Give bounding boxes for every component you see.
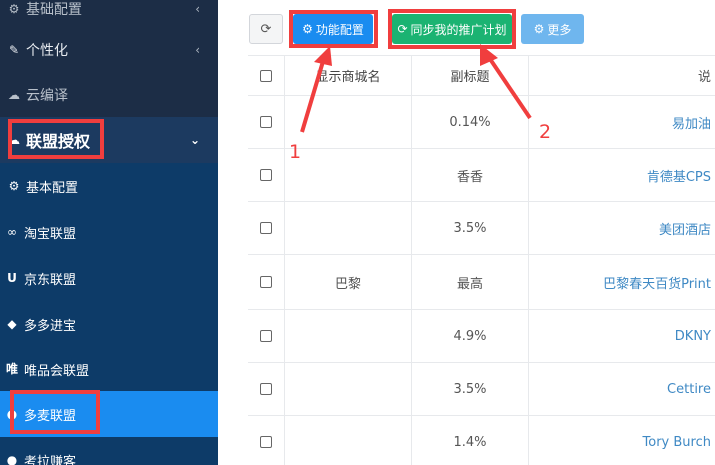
cell-desc-link[interactable]: Cettire	[529, 363, 715, 415]
cell-subtitle: 3.5%	[412, 363, 529, 415]
cell-name	[285, 202, 412, 254]
sidebar-item-basic-config[interactable]: ⚙ 基础配置 ‹	[0, 0, 218, 18]
sidebar-item-cloud-compile[interactable]: ☁ 云编译	[0, 75, 218, 115]
row-checkbox[interactable]	[248, 310, 285, 362]
circle-icon: ●	[6, 453, 18, 465]
cell-desc-link[interactable]: Tory Burch	[529, 416, 715, 465]
sidebar-item-label: 唯品会联盟	[24, 363, 90, 379]
main-panel: ⟳ ⚙ 功能配置 ⟳ 同步我的推广计划 ⚙ 更多 显示商城名 副标题 说 0.1…	[218, 0, 715, 465]
sidebar-item-base-config[interactable]: ⚙ 基本配置	[0, 163, 218, 209]
sidebar-item-taobao[interactable]: ∞ 淘宝联盟	[0, 209, 218, 255]
sidebar-item-label: 多多进宝	[24, 318, 77, 334]
cell-subtitle: 香香	[412, 149, 529, 201]
sidebar-item-label: 考拉赚客	[24, 454, 77, 465]
cell-desc-link[interactable]: 肯德基CPS	[529, 149, 715, 201]
cell-name	[285, 416, 412, 465]
cell-subtitle: 4.9%	[412, 310, 529, 362]
table-row[interactable]: 3.5% 美团酒店	[248, 202, 715, 255]
table-row[interactable]: 巴黎 最高 巴黎春天百货Print	[248, 255, 715, 310]
row-checkbox[interactable]	[248, 149, 285, 201]
cell-name	[285, 310, 412, 362]
select-all-checkbox[interactable]	[248, 56, 285, 95]
more-button[interactable]: ⚙ 更多	[521, 14, 584, 44]
sidebar-item-label: 基础配置	[26, 2, 82, 18]
row-checkbox[interactable]	[248, 363, 285, 415]
cell-name	[285, 149, 412, 201]
u-icon: U	[7, 271, 17, 285]
row-checkbox[interactable]	[248, 255, 285, 309]
annotation-box-1	[289, 10, 378, 48]
header-desc: 说	[697, 70, 711, 85]
sidebar-item-pdd[interactable]: ◆ 多多进宝	[0, 301, 218, 347]
gear-icon: ⚙	[533, 22, 545, 36]
refresh-icon: ⟳	[260, 21, 272, 37]
row-checkbox[interactable]	[248, 96, 285, 148]
table-row[interactable]: 0.14% 易加油	[248, 96, 715, 149]
annotation-box-duomai	[10, 390, 100, 434]
table-row[interactable]: 3.5% Cettire	[248, 363, 715, 416]
sidebar-item-vip[interactable]: 唯 唯品会联盟	[0, 347, 218, 391]
annotation-number-1: 1	[289, 141, 302, 163]
table-row[interactable]: 1.4% Tory Burch	[248, 416, 715, 465]
chevron-down-icon: ⌄	[189, 133, 200, 147]
sidebar-item-kaola[interactable]: ● 考拉赚客	[0, 437, 218, 465]
chevron-left-icon: ‹	[195, 43, 200, 57]
refresh-button[interactable]: ⟳	[249, 14, 283, 44]
infinity-icon: ∞	[7, 225, 17, 239]
chevron-left-icon: ‹	[195, 2, 200, 16]
row-checkbox[interactable]	[248, 416, 285, 465]
sidebar-item-label: 云编译	[26, 88, 68, 104]
cell-subtitle: 1.4%	[412, 416, 529, 465]
cell-subtitle: 0.14%	[412, 96, 529, 148]
row-checkbox[interactable]	[248, 202, 285, 254]
wrench-icon: ✎	[8, 43, 20, 57]
cell-name	[285, 363, 412, 415]
table-row[interactable]: 香香 肯德基CPS	[248, 149, 715, 202]
sidebar-item-label: 个性化	[26, 43, 68, 59]
table-header-row: 显示商城名 副标题 说	[248, 56, 715, 96]
sidebar-item-label: 淘宝联盟	[24, 226, 77, 242]
cell-desc-link[interactable]: 美团酒店	[529, 202, 715, 254]
cell-desc-link[interactable]: 巴黎春天百货Print	[529, 255, 715, 309]
cell-desc-link[interactable]: 易加油	[529, 96, 715, 148]
sidebar-item-personalize[interactable]: ✎ 个性化 ‹	[0, 30, 218, 70]
sidebar-item-label: 京东联盟	[24, 272, 77, 288]
gear-icon: ⚙	[8, 179, 20, 193]
cell-subtitle: 3.5%	[412, 202, 529, 254]
header-subtitle: 副标题	[412, 56, 529, 95]
sidebar-item-jd[interactable]: U 京东联盟	[0, 255, 218, 301]
more-label: 更多	[547, 22, 572, 37]
cell-name: 巴黎	[285, 255, 412, 309]
cell-desc-link[interactable]: DKNY	[529, 310, 715, 362]
annotation-box-2	[388, 9, 516, 49]
data-table: 显示商城名 副标题 说 0.14% 易加油 香香 肯德基CPS 3.5% 美团酒店 巴黎 最高…	[248, 55, 715, 465]
gear-icon: ⚙	[8, 2, 20, 16]
vip-icon: 唯	[5, 362, 18, 376]
sidebar-item-label: 基本配置	[26, 180, 79, 196]
diamond-icon: ◆	[7, 317, 17, 331]
header-name: 显示商城名	[285, 56, 412, 95]
annotation-box-header	[8, 119, 104, 159]
cell-subtitle: 最高	[412, 255, 529, 309]
cell-name	[285, 96, 412, 148]
cloud-icon: ☁	[8, 88, 20, 102]
annotation-number-2: 2	[539, 121, 552, 143]
table-row[interactable]: 4.9% DKNY	[248, 310, 715, 363]
